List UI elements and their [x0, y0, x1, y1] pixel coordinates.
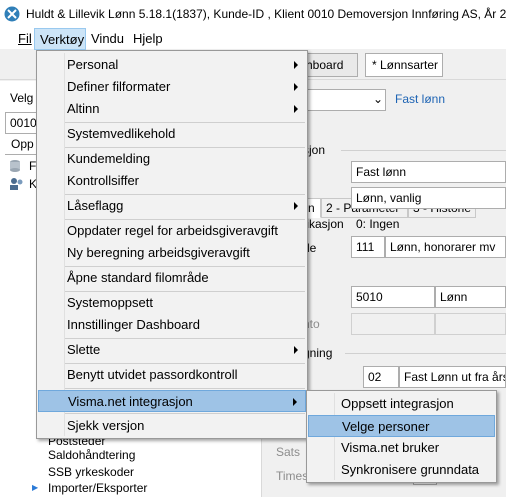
classification-value[interactable]: 0: Ingen — [356, 217, 399, 231]
menu-item-label: Definer filformater — [67, 79, 171, 94]
menu-item-label: Personal — [67, 57, 119, 72]
menu-item-label: Systemvedlikehold — [67, 126, 176, 141]
account-number-field[interactable]: 5010 — [351, 286, 435, 308]
group-divider — [345, 353, 506, 354]
menu-item-label: Benytt utvidet passordkontroll — [67, 367, 238, 382]
visma-net-submenu: Oppsett integrasjon Velge personer Visma… — [306, 390, 497, 483]
menu-item-label: Åpne standard filområde — [67, 270, 209, 285]
calc-text-field: Fast Lønn ut fra års — [399, 366, 506, 388]
chevron-down-icon: ⌄ — [373, 92, 384, 106]
menu-item-definer-filformater[interactable]: Definer filformater — [38, 76, 306, 98]
tab-dashboard[interactable]: hboard — [300, 53, 358, 77]
code-number-field[interactable]: 111 — [351, 236, 385, 258]
menu-item-innstillinger-dashboard[interactable]: Innstillinger Dashboard — [38, 314, 306, 336]
menu-verktoy[interactable]: Verktøy — [34, 28, 86, 50]
menu-item-label: Systemoppsett — [67, 295, 153, 310]
tree-item-saldohandtering[interactable]: Saldohåndtering — [48, 448, 135, 462]
account-disabled-field — [351, 313, 435, 335]
menu-item-systemoppsett[interactable]: Systemoppsett — [38, 292, 306, 314]
classification-label: fikasjon — [303, 217, 344, 231]
submenu-item-synkronisere-grunndata[interactable]: Synkronisere grunndata — [308, 459, 495, 481]
submenu-arrow-icon — [294, 61, 298, 69]
submenu-arrow-icon — [294, 202, 298, 210]
group-divider — [341, 150, 506, 151]
verktoy-menu: Personal Definer filformater Altinn Syst… — [36, 50, 308, 439]
menu-bar: Fil Verktøy Vindu Hjelp — [0, 28, 506, 50]
select-client-label: Velg — [10, 91, 34, 105]
menu-item-utvidet-passordkontroll[interactable]: Benytt utvidet passordkontroll — [38, 364, 306, 386]
menu-verktoy-label: Verktøy — [40, 32, 85, 47]
menu-item-ny-beregning[interactable]: Ny beregning arbeidsgiveravgift — [38, 242, 306, 264]
tab-lonnsarter[interactable]: * Lønnsarter — [365, 53, 443, 77]
calc-number-field[interactable]: 02 — [363, 366, 399, 388]
menu-separator — [65, 413, 305, 414]
menu-vindu-label: Vindu — [91, 31, 125, 46]
app-logo-icon — [4, 6, 20, 22]
sats-label: Sats — [276, 445, 301, 459]
menu-item-label: Låseflagg — [67, 198, 124, 213]
tree-expand-arrow-icon[interactable]: ▶ — [32, 483, 38, 492]
submenu-item-oppsett-integrasjon[interactable]: Oppsett integrasjon — [308, 393, 495, 415]
tree-item-importer-eksporter[interactable]: Importer/Eksporter — [48, 481, 147, 495]
menu-hjelp-label: Hjelp — [133, 31, 163, 46]
submenu-item-velge-personer[interactable]: Velge personer — [308, 415, 495, 437]
menu-item-label: Innstillinger Dashboard — [67, 317, 200, 332]
menu-item-label: Altinn — [67, 101, 100, 116]
menu-item-personal[interactable]: Personal — [38, 54, 306, 76]
account-disabled-text — [435, 313, 506, 335]
menu-item-oppdater-regel[interactable]: Oppdater regel for arbeidsgiveravgift — [38, 220, 306, 242]
submenu-item-label: Velge personer — [342, 419, 430, 434]
submenu-arrow-icon — [293, 398, 297, 406]
tab-lonnsarter-label: * Lønnsarter — [372, 58, 439, 72]
menu-item-label: Visma.net integrasjon — [68, 394, 193, 409]
account-text-field: Lønn — [435, 286, 506, 308]
name-field[interactable]: Fast lønn — [351, 161, 506, 183]
menu-item-kundemelding[interactable]: Kundemelding — [38, 148, 306, 170]
menu-item-label: Kontrollsiffer — [67, 173, 140, 188]
submenu-item-label: Synkronisere grunndata — [341, 462, 480, 477]
menu-item-label: Sjekk versjon — [67, 418, 145, 433]
code-text-field: Lønn, honorarer mv — [385, 236, 506, 258]
submenu-item-label: Visma.net bruker — [341, 440, 440, 455]
submenu-arrow-icon — [294, 83, 298, 91]
menu-fil-label: Fil — [18, 31, 32, 46]
submenu-item-label: Oppsett integrasjon — [341, 396, 454, 411]
title-bar: Huldt & Lillevik Lønn 5.18.1(1837), Kund… — [0, 0, 506, 28]
submenu-arrow-icon — [294, 346, 298, 354]
menu-item-laseflagg[interactable]: Låseflagg — [38, 195, 306, 217]
menu-hjelp[interactable]: Hjelp — [128, 28, 174, 50]
menu-item-label: Oppdater regel for arbeidsgiveravgift — [67, 223, 279, 238]
menu-item-apne-filomrade[interactable]: Åpne standard filområde — [38, 267, 306, 289]
database-icon — [10, 160, 20, 172]
submenu-item-visma-net-bruker[interactable]: Visma.net bruker — [308, 437, 495, 459]
menu-fil[interactable]: Fil — [0, 28, 34, 50]
menu-item-slette[interactable]: Slette — [38, 339, 306, 361]
menu-item-label: Kundemelding — [67, 151, 151, 166]
window-title: Huldt & Lillevik Lønn 5.18.1(1837), Kund… — [26, 7, 506, 21]
timesats-label: Times — [276, 469, 309, 483]
menu-item-systemvedlikehold[interactable]: Systemvedlikehold — [38, 123, 306, 145]
menu-item-altinn[interactable]: Altinn — [38, 98, 306, 120]
people-icon — [10, 178, 23, 190]
submenu-arrow-icon — [294, 105, 298, 113]
category-field[interactable]: Lønn, vanlig — [351, 187, 506, 209]
menu-item-label: Ny beregning arbeidsgiveravgift — [67, 245, 250, 260]
menu-item-label: Slette — [67, 342, 101, 357]
menu-item-sjekk-versjon[interactable]: Sjekk versjon — [38, 415, 306, 437]
tab-dashboard-label: hboard — [306, 58, 344, 72]
menu-vindu[interactable]: Vindu — [86, 28, 128, 50]
menu-separator — [65, 388, 305, 389]
fast-lonn-link[interactable]: Fast lønn — [395, 92, 445, 106]
tree-item-ssb-yrkeskoder[interactable]: SSB yrkeskoder — [48, 465, 134, 479]
menu-item-kontrollsiffer[interactable]: Kontrollsiffer — [38, 170, 306, 192]
menu-item-visma-net-integrasjon[interactable]: Visma.net integrasjon — [38, 390, 306, 412]
